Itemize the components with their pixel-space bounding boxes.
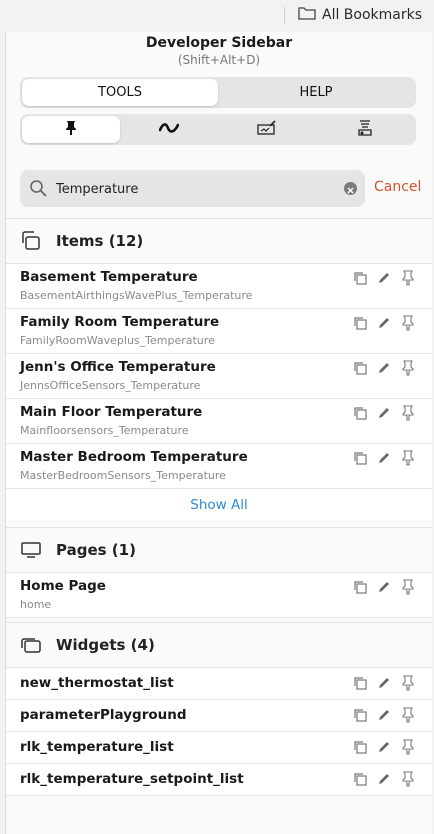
folder-icon <box>298 6 316 24</box>
list-item[interactable]: Home Page home <box>6 573 432 618</box>
tab-help[interactable]: HELP <box>218 79 414 106</box>
item-id: BasementAirthingsWavePlus_Temperature <box>20 289 253 302</box>
items-icon <box>20 230 42 252</box>
tool-toolbar <box>20 114 416 145</box>
item-id: FamilyRoomWaveplus_Temperature <box>20 334 215 347</box>
list-item[interactable]: rlk_temperature_setpoint_list <box>6 764 432 796</box>
pages-section-header[interactable]: Pages (1) <box>6 527 432 572</box>
monitor-icon <box>20 539 42 561</box>
tab-tools[interactable]: TOOLS <box>22 79 218 106</box>
edit-icon[interactable] <box>376 675 392 691</box>
copy-icon[interactable] <box>352 450 368 466</box>
all-bookmarks-button[interactable]: All Bookmarks <box>298 6 422 24</box>
edit-icon[interactable] <box>376 771 392 787</box>
main-tabs: TOOLS HELP <box>20 77 416 108</box>
browser-bookmarks-bar: All Bookmarks <box>0 0 434 32</box>
item-name: Master Bedroom Temperature <box>20 449 248 465</box>
copy-icon[interactable] <box>352 360 368 376</box>
item-id: Mainfloorsensors_Temperature <box>20 424 189 437</box>
edit-icon[interactable] <box>376 270 392 286</box>
pages-section-title: Pages (1) <box>56 541 136 559</box>
pin-icon[interactable] <box>400 360 416 376</box>
pin-icon <box>64 120 78 140</box>
tool-activity-button[interactable] <box>120 116 218 143</box>
widgets-section-title: Widgets (4) <box>56 636 155 654</box>
edit-icon[interactable] <box>376 579 392 595</box>
widget-name: rlk_temperature_list <box>20 739 174 755</box>
search-input[interactable] <box>54 178 338 200</box>
pin-icon[interactable] <box>400 739 416 755</box>
item-id: MasterBedroomSensors_Temperature <box>20 469 226 482</box>
page-id: home <box>20 598 52 611</box>
item-name: Jenn's Office Temperature <box>20 359 216 375</box>
copy-icon[interactable] <box>352 675 368 691</box>
sidebar-title: Developer Sidebar <box>145 35 293 51</box>
items-section-title: Items (12) <box>56 232 144 250</box>
items-list: Basement Temperature BasementAirthingsWa… <box>6 263 432 520</box>
search-icon <box>29 179 47 201</box>
list-item[interactable]: rlk_temperature_list <box>6 732 432 764</box>
copy-icon[interactable] <box>352 270 368 286</box>
tool-flask-button[interactable] <box>316 116 414 143</box>
item-id: JennsOfficeSensors_Temperature <box>20 379 201 392</box>
pin-icon[interactable] <box>400 707 416 723</box>
list-item[interactable]: new_thermostat_list <box>6 668 432 700</box>
pages-list: Home Page home <box>6 572 432 618</box>
pin-icon[interactable] <box>400 450 416 466</box>
list-item[interactable]: Basement Temperature BasementAirthingsWa… <box>6 264 432 309</box>
copy-icon[interactable] <box>352 739 368 755</box>
edit-icon[interactable] <box>376 739 392 755</box>
copy-icon[interactable] <box>352 707 368 723</box>
list-item[interactable]: Family Room Temperature FamilyRoomWavepl… <box>6 309 432 354</box>
pin-icon[interactable] <box>400 675 416 691</box>
copy-icon[interactable] <box>352 579 368 595</box>
signature-icon <box>257 119 277 140</box>
developer-sidebar: Developer Sidebar (Shift+Alt+D) TOOLS HE… <box>5 32 432 834</box>
sidebar-shortcut: (Shift+Alt+D) <box>177 53 261 67</box>
list-item[interactable]: Main Floor Temperature Mainfloorsensors_… <box>6 399 432 444</box>
edit-icon[interactable] <box>376 360 392 376</box>
search-box <box>20 170 365 207</box>
widget-name: new_thermostat_list <box>20 675 174 691</box>
tool-pin-button[interactable] <box>22 116 120 143</box>
flask-icon <box>356 119 374 141</box>
edit-icon[interactable] <box>376 450 392 466</box>
edit-icon[interactable] <box>376 405 392 421</box>
pin-icon[interactable] <box>400 315 416 331</box>
copy-icon[interactable] <box>352 405 368 421</box>
item-name: Main Floor Temperature <box>20 404 203 420</box>
widget-name: rlk_temperature_setpoint_list <box>20 771 244 787</box>
copy-icon[interactable] <box>352 771 368 787</box>
cancel-button[interactable]: Cancel <box>374 179 421 195</box>
widget-name: parameterPlayground <box>20 707 187 723</box>
all-bookmarks-label: All Bookmarks <box>322 7 423 23</box>
items-section-header[interactable]: Items (12) <box>6 218 432 263</box>
tool-signature-button[interactable] <box>218 116 316 143</box>
list-item[interactable]: Master Bedroom Temperature MasterBedroom… <box>6 444 432 489</box>
divider <box>284 7 285 24</box>
copy-icon[interactable] <box>352 315 368 331</box>
clear-search-icon[interactable] <box>344 182 357 195</box>
activity-icon <box>158 122 180 138</box>
list-item[interactable]: parameterPlayground <box>6 700 432 732</box>
widgets-icon <box>20 634 42 656</box>
pin-icon[interactable] <box>400 579 416 595</box>
widgets-list: new_thermostat_list parameterPlayground … <box>6 667 432 796</box>
show-all-link[interactable]: Show All <box>6 489 432 520</box>
edit-icon[interactable] <box>376 315 392 331</box>
item-name: Family Room Temperature <box>20 314 220 330</box>
item-name: Basement Temperature <box>20 269 198 285</box>
pin-icon[interactable] <box>400 405 416 421</box>
list-item[interactable]: Jenn's Office Temperature JennsOfficeSen… <box>6 354 432 399</box>
sidebar-header: Developer Sidebar (Shift+Alt+D) <box>6 32 432 72</box>
page-name: Home Page <box>20 578 106 594</box>
widgets-section-header[interactable]: Widgets (4) <box>6 622 432 667</box>
pin-icon[interactable] <box>400 270 416 286</box>
pin-icon[interactable] <box>400 771 416 787</box>
edit-icon[interactable] <box>376 707 392 723</box>
